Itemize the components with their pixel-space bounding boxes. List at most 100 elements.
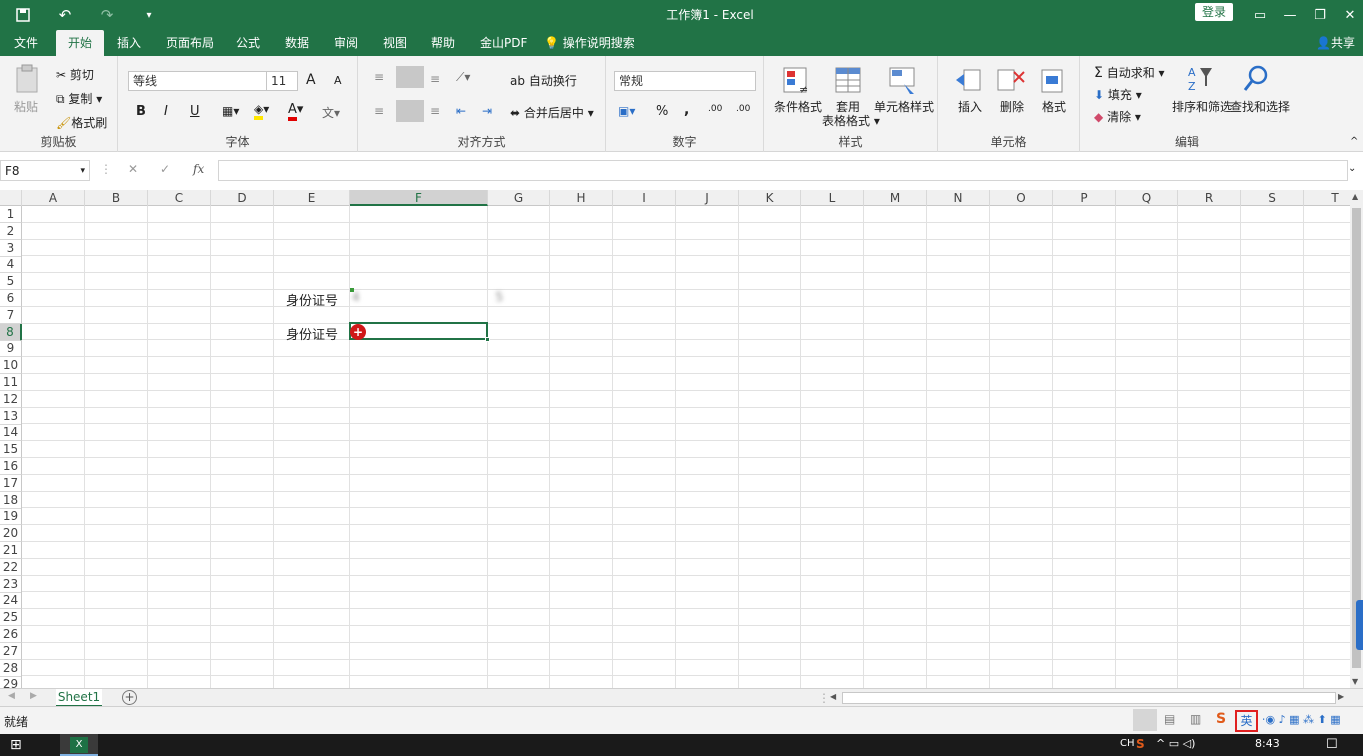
row-header-4[interactable]: 4 — [0, 256, 22, 273]
tab-help[interactable]: 帮助 — [425, 30, 461, 56]
fill-button[interactable]: ⬇ 填充 ▾ — [1094, 86, 1142, 103]
tab-split-handle[interactable]: ⋮ — [818, 691, 830, 705]
expand-formula-icon[interactable]: ⌄ — [1348, 163, 1356, 174]
format-as-table-button[interactable]: 表格格式 ▾ — [822, 112, 880, 129]
column-header-t[interactable]: T — [1304, 190, 1350, 206]
row-header-2[interactable]: 2 — [0, 223, 22, 240]
clear-button[interactable]: ◆ 清除 ▾ — [1094, 108, 1141, 125]
insert-function-icon[interactable]: fx — [193, 162, 204, 176]
login-button[interactable]: 登录 — [1195, 3, 1233, 21]
row-header-15[interactable]: 15 — [0, 441, 22, 458]
row-header-25[interactable]: 25 — [0, 609, 22, 626]
column-header-r[interactable]: R — [1178, 190, 1241, 206]
row-header-3[interactable]: 3 — [0, 240, 22, 257]
fill-handle[interactable] — [485, 337, 490, 342]
tab-insert[interactable]: 插入 — [111, 30, 147, 56]
paste-icon[interactable] — [14, 64, 46, 96]
row-header-7[interactable]: 7 — [0, 307, 22, 324]
align-right-icon[interactable]: ≡ — [430, 104, 440, 118]
windows-start-icon[interactable]: ⊞ — [10, 737, 22, 753]
row-header-26[interactable]: 26 — [0, 626, 22, 643]
clock[interactable]: 8:43 — [1255, 737, 1280, 750]
insert-cells-button[interactable]: 插入 — [958, 98, 982, 115]
row-header-27[interactable]: 27 — [0, 643, 22, 660]
row-header-23[interactable]: 23 — [0, 576, 22, 593]
row-header-1[interactable]: 1 — [0, 206, 22, 223]
delete-cells-button[interactable]: 删除 — [1000, 98, 1024, 115]
page-break-view-icon[interactable]: ▥ — [1190, 712, 1201, 726]
column-header-g[interactable]: G — [488, 190, 550, 206]
column-header-b[interactable]: B — [85, 190, 148, 206]
page-layout-view-icon[interactable]: ▤ — [1164, 712, 1175, 726]
column-header-s[interactable]: S — [1241, 190, 1304, 206]
sogou-tray-icon[interactable]: S — [1136, 737, 1145, 751]
horizontal-scrollbar[interactable] — [842, 692, 1336, 704]
column-header-l[interactable]: L — [801, 190, 864, 206]
row-header-13[interactable]: 13 — [0, 408, 22, 425]
currency-icon[interactable]: ▣▾ — [618, 104, 635, 118]
prev-sheet-icon[interactable]: ◀ — [8, 691, 15, 701]
row-header-20[interactable]: 20 — [0, 525, 22, 542]
decrease-decimal-button[interactable]: .00 — [736, 104, 750, 114]
column-header-q[interactable]: Q — [1116, 190, 1178, 206]
spreadsheet-grid[interactable]: ABCDEFGHIJKLMNOPQRST 1 2 3 4 5 6 7 8 9 10 11 12 13 14… — [0, 190, 1350, 688]
row-header-18[interactable]: 18 — [0, 492, 22, 509]
font-name-select[interactable]: 等线 — [128, 71, 268, 91]
row-header-10[interactable]: 10 — [0, 357, 22, 374]
save-icon[interactable] — [6, 0, 40, 30]
name-box[interactable]: F8 ▾ — [0, 160, 90, 181]
row-header-9[interactable]: 9 — [0, 340, 22, 357]
format-cells-button[interactable]: 格式 — [1042, 98, 1066, 115]
column-header-m[interactable]: M — [864, 190, 927, 206]
tab-page-layout[interactable]: 页面布局 — [160, 30, 220, 56]
tab-data[interactable]: 数据 — [279, 30, 315, 56]
formula-input[interactable] — [218, 160, 1348, 181]
row-header-16[interactable]: 16 — [0, 458, 22, 475]
merge-center-button[interactable]: ⬌ 合并后居中 ▾ — [510, 104, 594, 121]
cell-styles-button[interactable]: 单元格样式 — [874, 98, 934, 115]
fill-color-icon[interactable]: ◈▾ — [254, 102, 269, 120]
ribbon-display-icon[interactable]: ▭ — [1245, 0, 1275, 30]
system-tray-icons[interactable]: ^ ▭ ◁) — [1156, 737, 1195, 750]
number-format-select[interactable]: 常规 — [614, 71, 756, 91]
column-header-i[interactable]: I — [613, 190, 676, 206]
close-button[interactable]: ✕ — [1335, 0, 1363, 30]
row-header-29[interactable]: 29 — [0, 676, 22, 688]
underline-button[interactable]: U — [190, 104, 200, 119]
align-left-icon[interactable]: ≡ — [374, 104, 384, 118]
redo-icon[interactable]: ↷ — [90, 0, 124, 30]
normal-view-icon[interactable] — [1133, 709, 1157, 731]
increase-decimal-button[interactable]: .00 — [708, 104, 722, 114]
format-painter-button[interactable]: 🖌格式刷 — [56, 114, 107, 131]
align-top-icon[interactable]: ≡ — [374, 70, 384, 84]
active-cell-f8[interactable] — [349, 322, 490, 342]
cell-f6-value[interactable]: 4 5 — [352, 290, 503, 304]
sort-filter-button[interactable]: 排序和筛选 — [1172, 98, 1232, 115]
wrap-text-button[interactable]: ab 自动换行 — [510, 72, 577, 89]
align-center-icon[interactable] — [396, 100, 424, 122]
column-header-p[interactable]: P — [1053, 190, 1116, 206]
column-header-c[interactable]: C — [148, 190, 211, 206]
row-header-11[interactable]: 11 — [0, 374, 22, 391]
column-header-j[interactable]: J — [676, 190, 739, 206]
tab-file[interactable]: 文件 — [8, 30, 44, 56]
tab-view[interactable]: 视图 — [377, 30, 413, 56]
ime-toolbar-icons[interactable]: ⋅◉ ♪ ▦ ⁂ ⬆ ▦ — [1262, 713, 1341, 726]
tab-home[interactable]: 开始 — [56, 30, 105, 56]
scroll-down-icon[interactable]: ▼ — [1352, 677, 1358, 686]
bold-button[interactable]: B — [136, 104, 146, 119]
ime-english-toggle[interactable]: 英 — [1235, 710, 1258, 732]
select-all-corner[interactable] — [0, 190, 22, 206]
restore-button[interactable]: ❐ — [1305, 0, 1335, 30]
grow-font-button[interactable]: A — [306, 72, 316, 88]
row-header-17[interactable]: 17 — [0, 475, 22, 492]
column-header-h[interactable]: H — [550, 190, 613, 206]
column-header-n[interactable]: N — [927, 190, 990, 206]
row-header-14[interactable]: 14 — [0, 424, 22, 441]
row-header-28[interactable]: 28 — [0, 660, 22, 677]
row-header-8[interactable]: 8 — [0, 324, 22, 341]
undo-icon[interactable]: ↶ — [48, 0, 82, 30]
cell-e8[interactable]: 身份证号 — [286, 324, 338, 343]
orientation-icon[interactable]: ⟋▾ — [456, 70, 470, 85]
column-header-k[interactable]: K — [739, 190, 801, 206]
